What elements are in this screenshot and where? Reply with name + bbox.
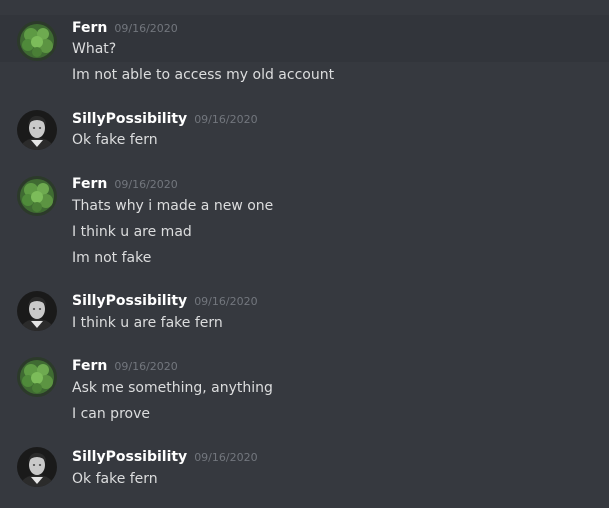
message-text: Ask me something, anything [72, 380, 273, 396]
avatar[interactable] [17, 357, 57, 397]
message-text: I can prove [72, 406, 150, 422]
message-text: What? [72, 41, 117, 57]
message-author[interactable]: Fern 09/16/2020 [72, 357, 178, 376]
message-timestamp: 09/16/2020 [114, 360, 178, 373]
message-author[interactable]: SillyPossibility 09/16/2020 [72, 110, 258, 129]
portrait-icon [17, 110, 57, 150]
message-author[interactable]: SillyPossibility 09/16/2020 [72, 448, 258, 467]
avatar[interactable] [17, 291, 57, 331]
message-timestamp: 09/16/2020 [114, 22, 178, 35]
message-author[interactable]: SillyPossibility 09/16/2020 [72, 292, 258, 311]
message-text: Ok fake fern [72, 132, 158, 148]
message-text: Im not fake [72, 250, 152, 266]
portrait-icon [17, 291, 57, 331]
message-timestamp: 09/16/2020 [114, 178, 178, 191]
message-text: Thats why i made a new one [72, 198, 274, 214]
message-text: I think u are fake fern [72, 315, 223, 331]
fern-plant-icon [17, 176, 57, 216]
message-text: Ok fake fern [72, 471, 158, 487]
avatar[interactable] [17, 21, 57, 61]
message-timestamp: 09/16/2020 [194, 113, 258, 126]
avatar[interactable] [17, 176, 57, 216]
avatar[interactable] [17, 447, 57, 487]
message-author[interactable]: Fern 09/16/2020 [72, 175, 178, 194]
message-timestamp: 09/16/2020 [194, 295, 258, 308]
chat-message-list: Fern 09/16/2020 What? Im not able to acce… [0, 0, 609, 508]
message-timestamp: 09/16/2020 [194, 451, 258, 464]
message-author[interactable]: Fern 09/16/2020 [72, 19, 178, 38]
fern-plant-icon [17, 357, 57, 397]
fern-plant-icon [17, 21, 57, 61]
message-text: I think u are mad [72, 224, 192, 240]
avatar[interactable] [17, 110, 57, 150]
portrait-icon [17, 447, 57, 487]
message-text: Im not able to access my old account [72, 67, 335, 83]
